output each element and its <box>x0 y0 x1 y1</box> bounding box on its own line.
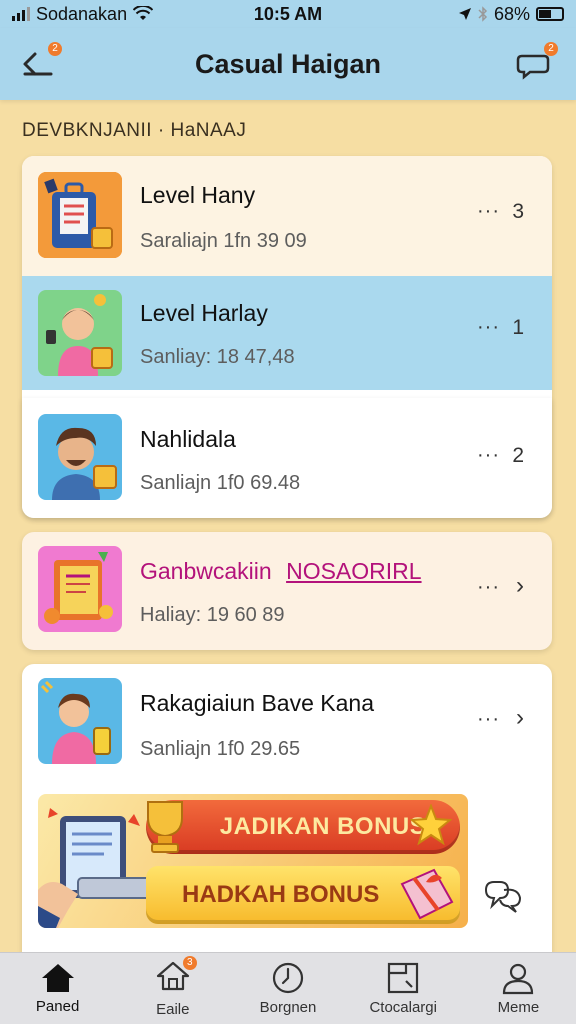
list-item-title: Rakagiaiun Bave Kana <box>140 690 374 716</box>
bonus-banner: JADIKAN BONUS HADKAH BONUS <box>38 794 468 928</box>
briefcase-icon <box>38 172 122 258</box>
section-label: DEVBKNJANII · HaNAAJ <box>22 120 247 141</box>
bonus-primary-label: JADIKAN BONUS <box>219 813 427 840</box>
list-item[interactable]: Level Hany Saraliajn 1fn 39 09 ··· 3 <box>22 156 552 276</box>
bluetooth-icon <box>478 6 488 22</box>
signal-icon <box>12 7 30 21</box>
bonus-secondary-label: HADKAH BONUS <box>182 881 380 908</box>
back-badge: 2 <box>48 42 62 56</box>
list-item-title: Level Hany <box>140 182 256 208</box>
bottom-nav: Paned 3 Eaile Borgnen Ctocalargi Meme <box>0 952 576 1024</box>
person-with-gift-icon <box>38 290 122 376</box>
chevron-right-icon[interactable]: › <box>516 572 524 600</box>
nav-item-home[interactable]: Paned <box>0 953 115 1024</box>
list-item[interactable]: Ganbwcakiin NOSAORIRL Haliay: 19 60 89 ·… <box>22 532 552 650</box>
nav-label: Meme <box>497 999 540 1016</box>
more-dots-icon[interactable]: ··· <box>477 316 500 339</box>
status-right: 68% <box>458 4 564 25</box>
gift-box-icon <box>400 868 454 920</box>
battery-percent: 68% <box>493 3 530 24</box>
man-phone-thumbnail <box>38 678 122 764</box>
man-thumbnail <box>38 414 122 500</box>
profile-icon <box>503 963 534 995</box>
list-item-title-main: Ganbwcakiin <box>140 558 272 584</box>
list-item-subtitle: Haliay: 19 60 89 <box>140 604 285 626</box>
book-gift-icon <box>38 546 122 632</box>
nav-item-meme[interactable]: Meme <box>461 953 576 1024</box>
nav-icon-wrap: 3 <box>155 955 197 997</box>
list-item-subtitle: Saraliajn 1fn 39 09 <box>140 230 307 252</box>
nav-label: Ctocalargi <box>369 999 437 1016</box>
list-item-subtitle: Sanliajn 1f0 29.65 <box>140 738 301 760</box>
location-icon <box>458 8 471 20</box>
nav-label: Eaile <box>156 1000 190 1018</box>
more-dots-icon[interactable]: ··· <box>477 576 500 599</box>
nav-label: Paned <box>35 998 80 1015</box>
list-item-count: 3 <box>512 200 524 223</box>
more-dots-icon[interactable]: ··· <box>477 200 500 223</box>
list-item-title-highlight[interactable]: NOSAORIRL <box>286 558 421 584</box>
chat-button[interactable]: 2 <box>514 42 558 84</box>
list-item-subtitle: Sanliay: 18 47,48 <box>140 346 295 368</box>
carrier-name: Sodanakan <box>36 3 128 24</box>
nav-label: Borgnen <box>259 999 317 1016</box>
nav-item-eaile[interactable]: 3 Eaile <box>115 953 230 1024</box>
clock-icon <box>272 962 304 994</box>
battery-icon <box>536 7 564 21</box>
nav-badge: 3 <box>182 955 197 970</box>
star-icon <box>410 804 452 846</box>
list-item[interactable]: Level Harlay Sanliay: 18 47,48 ··· 1 <box>22 276 552 390</box>
chat-badge: 2 <box>544 42 558 56</box>
calendar-box-icon <box>388 962 419 994</box>
more-dots-icon[interactable]: ··· <box>477 708 500 731</box>
list-item-count: 1 <box>512 316 524 339</box>
nav-item-ctocalargi[interactable]: Ctocalargi <box>346 953 461 1024</box>
chat-bubbles-icon[interactable] <box>484 878 524 914</box>
more-dots-icon[interactable]: ··· <box>477 444 500 467</box>
home-icon <box>41 964 74 992</box>
page-title: Casual Haigan <box>194 48 382 79</box>
status-bar: Sodanakan 10:5 AM 68% <box>0 0 576 28</box>
chevron-right-icon[interactable]: › <box>516 704 524 732</box>
nav-item-borgnen[interactable]: Borgnen <box>230 953 345 1024</box>
list-item-title: Ganbwcakiin NOSAORIRL <box>140 558 422 585</box>
status-left: Sodanakan <box>12 3 154 25</box>
app-header: 2 Casual Haigan 2 <box>0 28 576 100</box>
list-item-title: Nahlidala <box>140 426 236 452</box>
book-thumbnail <box>38 546 122 632</box>
back-button[interactable]: 2 <box>18 42 62 84</box>
man-with-gift-icon <box>38 414 122 500</box>
list-item-with-bonus: Rakagiaiun Bave Kana Sanliajn 1f0 29.65 … <box>22 664 552 954</box>
list-item-title: Level Harlay <box>140 300 268 326</box>
wifi-icon <box>133 6 154 20</box>
list-item-count: 2 <box>512 444 524 467</box>
list-item[interactable]: Nahlidala Sanliajn 1f0 69.48 ··· 2 <box>22 398 552 518</box>
list-item-subtitle: Sanliajn 1f0 69.48 <box>140 472 301 494</box>
person-thumbnail <box>38 290 122 376</box>
status-time: 10:5 AM <box>253 3 323 24</box>
briefcase-thumbnail <box>38 172 122 258</box>
man-with-phone-icon <box>38 678 122 764</box>
trophy-icon <box>147 801 183 853</box>
